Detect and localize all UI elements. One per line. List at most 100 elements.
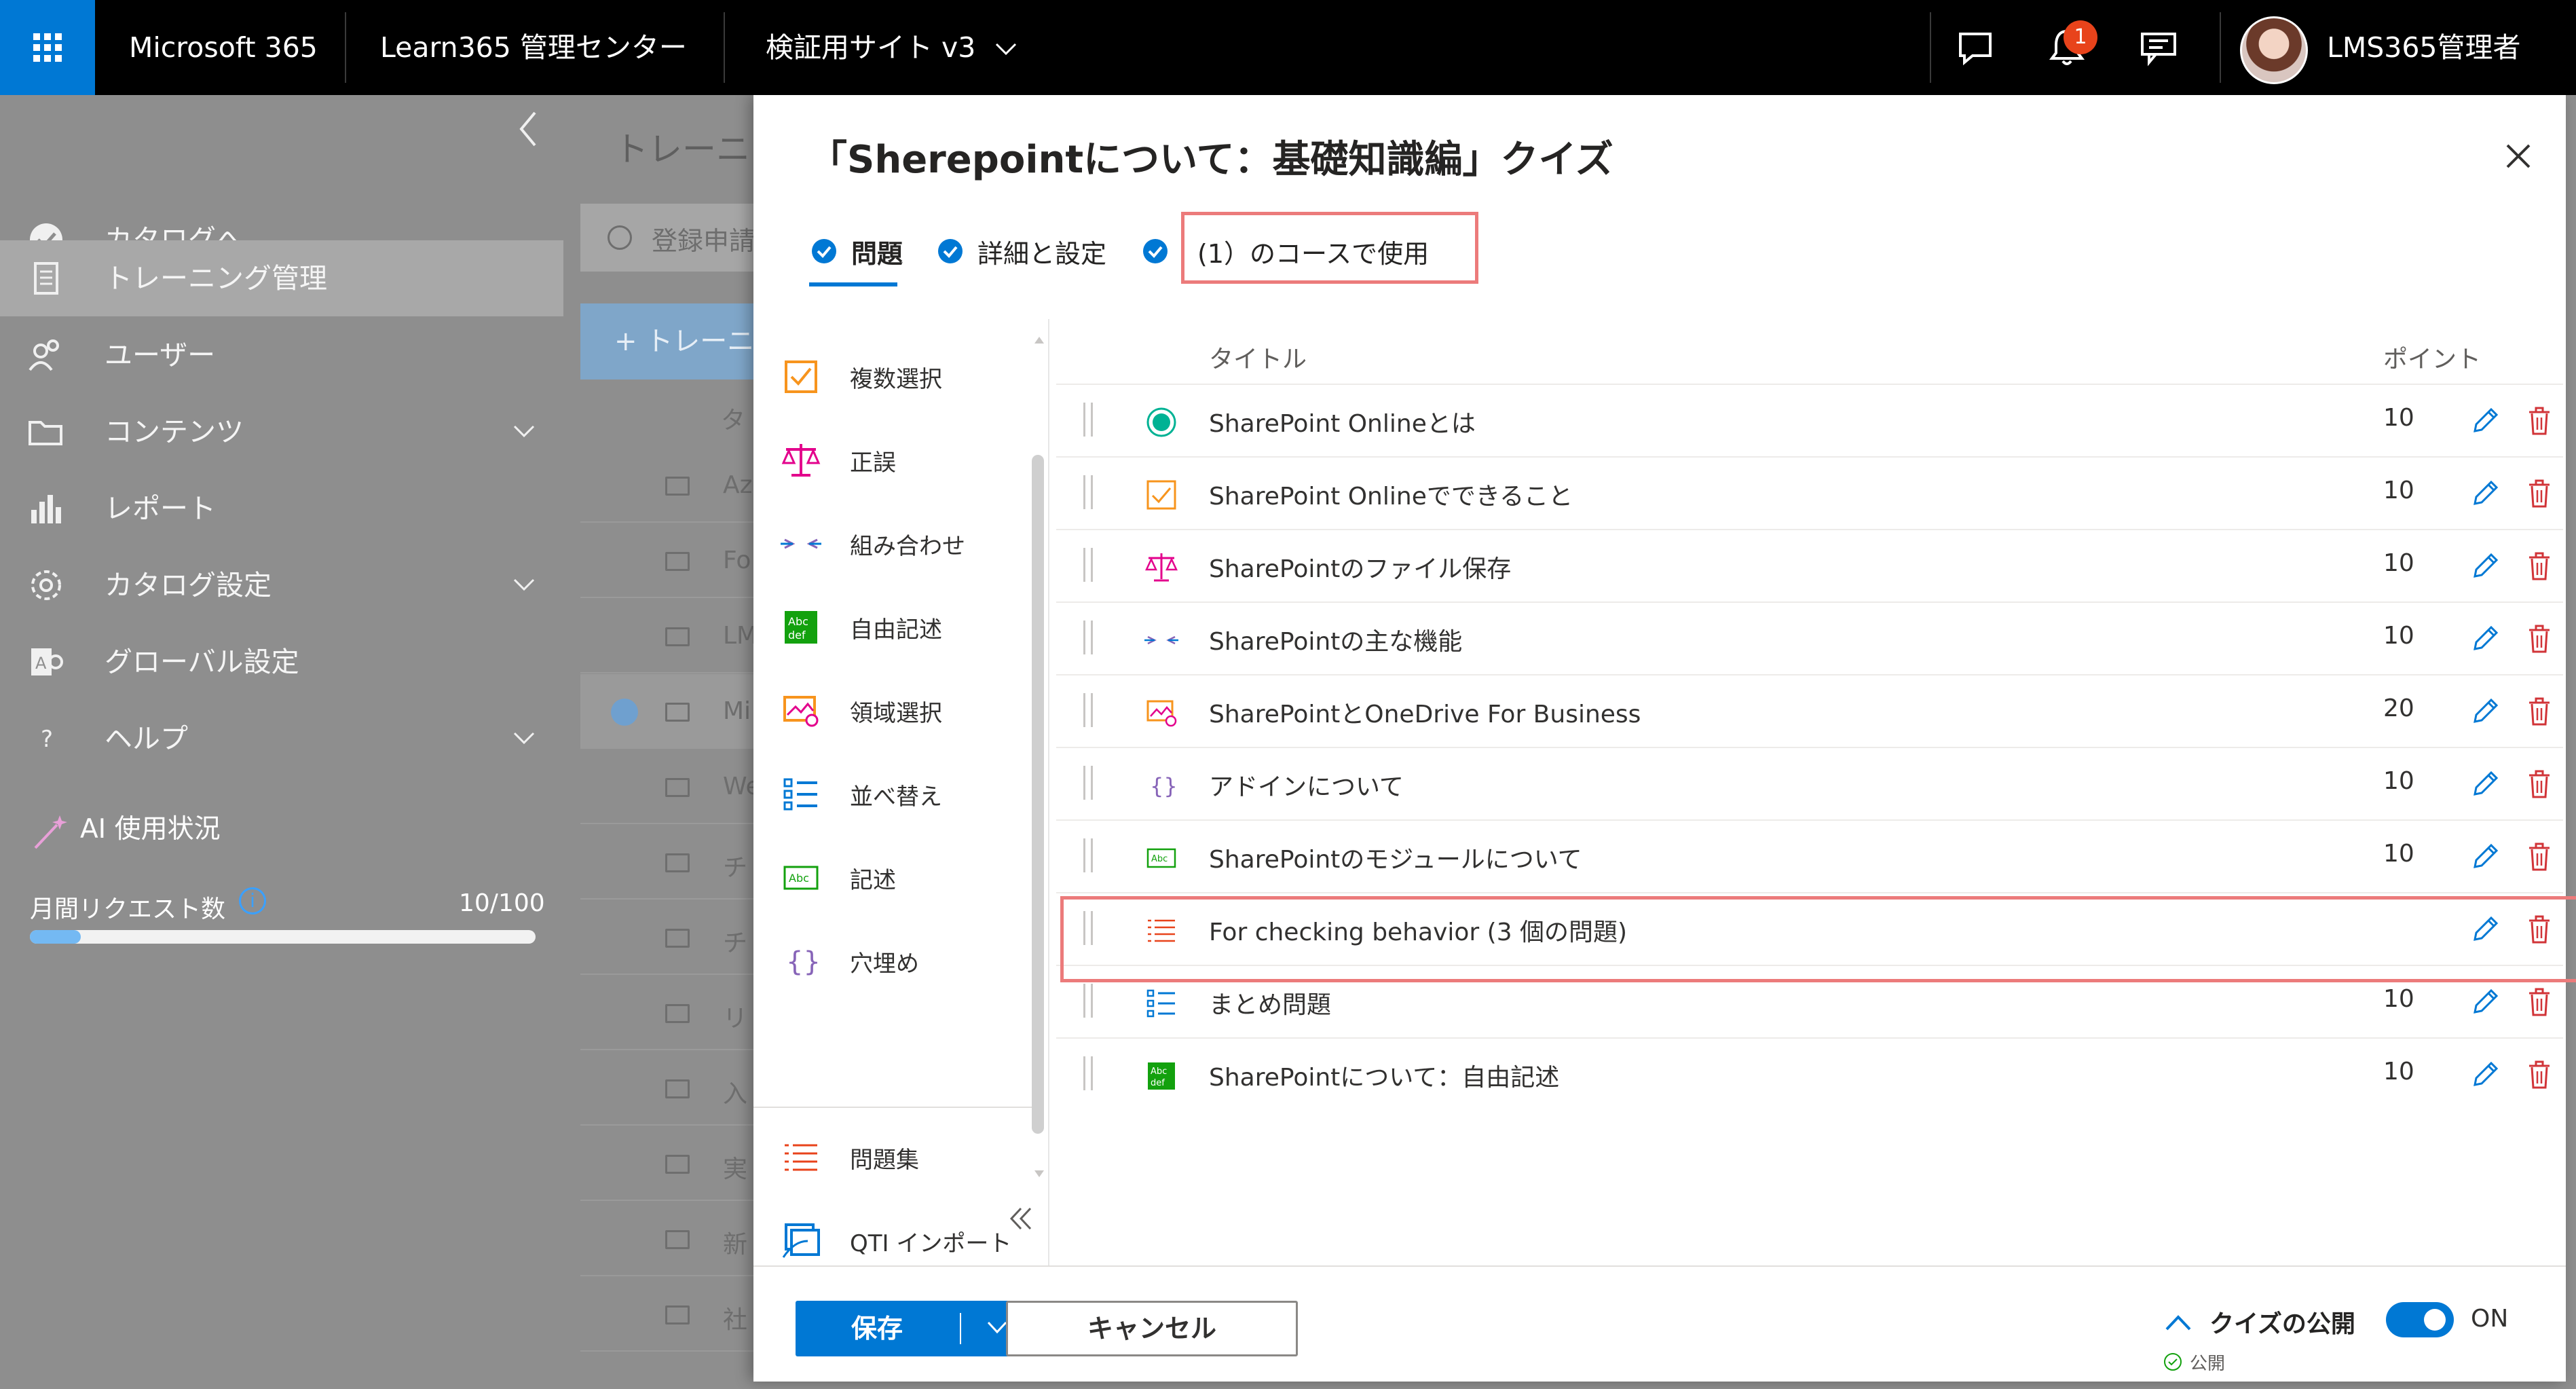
app-launcher-button[interactable] <box>0 0 95 95</box>
nav-item-training-management[interactable]: トレーニング管理 <box>0 240 563 316</box>
feedback-icon[interactable] <box>2131 20 2186 75</box>
background-row-text: Mi <box>723 697 751 725</box>
question-type-ordering[interactable]: 並べ替え <box>781 764 1039 825</box>
question-row[interactable]: SharePoint Onlineでできること 10 <box>1056 456 2563 529</box>
delete-trash-icon[interactable] <box>2522 694 2556 728</box>
background-row-text: Fo <box>723 547 751 574</box>
question-type-essay[interactable]: Abc 記述 <box>781 847 1039 908</box>
drag-handle-icon[interactable] <box>1083 984 1093 1018</box>
check-circle-icon <box>812 239 836 263</box>
edit-pencil-icon[interactable] <box>2468 694 2502 728</box>
tab-questions[interactable]: 問題 <box>809 224 903 278</box>
chevron-up-icon[interactable] <box>2163 1309 2194 1336</box>
question-row[interactable]: SharePointとOneDrive For Business 20 <box>1056 674 2563 747</box>
nav-item-content[interactable]: コンテンツ <box>0 394 563 470</box>
admin-center-name[interactable]: Learn365 管理センター <box>380 0 687 95</box>
question-type-matching[interactable]: 組み合わせ <box>781 513 1039 574</box>
question-type-true-false[interactable]: 正誤 <box>781 430 1039 491</box>
publish-toggle[interactable] <box>2386 1302 2454 1337</box>
question-type-list: 複数選択 正誤 組み合わせ Abc def 自由記述 領域選択 並べ替え Abc … <box>753 319 1049 1265</box>
drag-handle-icon[interactable] <box>1083 403 1093 437</box>
background-row-text: LM <box>723 622 758 650</box>
info-icon <box>608 225 632 250</box>
question-row[interactable]: Abc SharePointのモジュールについて 10 <box>1056 819 2563 892</box>
question-row[interactable]: {} アドインについて 10 <box>1056 747 2563 819</box>
delete-trash-icon[interactable] <box>2522 840 2556 874</box>
avatar[interactable] <box>2240 16 2308 84</box>
nav-item-users[interactable]: ユーザー <box>0 317 563 393</box>
question-points: 10 <box>2383 985 2414 1013</box>
question-row[interactable]: Abc def SharePointについて：自由記述 10 <box>1056 1037 2563 1110</box>
delete-trash-icon[interactable] <box>2522 404 2556 438</box>
delete-trash-icon[interactable] <box>2522 985 2556 1019</box>
question-type-question-pool[interactable]: 問題集 <box>781 1127 1039 1188</box>
close-icon[interactable] <box>2498 136 2539 177</box>
edit-pencil-icon[interactable] <box>2468 767 2502 801</box>
user-name[interactable]: LMS365管理者 <box>2327 0 2521 95</box>
nav-item-global-settings[interactable]: A グローバル設定 <box>0 624 563 700</box>
tab-label: 問題 <box>851 238 903 269</box>
edit-pencil-icon[interactable] <box>2468 840 2502 874</box>
publish-quiz-label[interactable]: クイズの公開 <box>2209 1304 2355 1339</box>
question-type-qti-import[interactable]: QTI インポート <box>781 1210 1039 1272</box>
drag-handle-icon[interactable] <box>1083 548 1093 582</box>
question-type-hotspot[interactable]: 領域選択 <box>781 680 1039 741</box>
question-type-multiple-choice[interactable]: 複数選択 <box>781 346 1039 407</box>
collapse-double-chevron-icon[interactable] <box>1005 1202 1039 1236</box>
panel-footer: 保存 キャンセル クイズの公開 公開 ON <box>753 1265 2566 1382</box>
document-icon <box>34 262 58 295</box>
info-icon[interactable]: i <box>239 887 266 914</box>
cancel-button[interactable]: キャンセル <box>1006 1301 1298 1356</box>
question-points: 10 <box>2383 767 2414 795</box>
question-type-label: 並べ替え <box>850 783 942 811</box>
nav-item-label: ユーザー <box>105 339 216 371</box>
notification-badge: 1 <box>2064 20 2097 54</box>
edit-pencil-icon[interactable] <box>2468 477 2502 511</box>
drag-handle-icon[interactable] <box>1083 1056 1093 1090</box>
site-selector[interactable]: 検証用サイト v3 <box>766 0 1018 95</box>
delete-trash-icon[interactable] <box>2522 477 2556 511</box>
drag-handle-icon[interactable] <box>1083 621 1093 654</box>
nav-item-catalog-settings[interactable]: カタログ設定 <box>0 547 563 623</box>
question-row[interactable]: SharePointの主な機能 10 <box>1056 601 2563 674</box>
chat-icon[interactable] <box>1948 20 2002 75</box>
chevron-down-icon[interactable] <box>510 725 538 752</box>
question-title: アドインについて <box>1209 773 1404 801</box>
users-icon <box>29 339 59 371</box>
app-name[interactable]: Microsoft 365 <box>129 0 318 95</box>
question-type-label: 組み合わせ <box>850 532 965 560</box>
edit-pencil-icon[interactable] <box>2468 622 2502 656</box>
nav-item-label: カタログ設定 <box>105 569 272 601</box>
active-tab-indicator <box>809 282 897 286</box>
single-choice-icon <box>1146 407 1176 437</box>
edit-pencil-icon[interactable] <box>2468 404 2502 438</box>
check-circle-icon <box>1143 239 1168 263</box>
svg-text:{}: {} <box>786 946 821 978</box>
delete-trash-icon[interactable] <box>2522 767 2556 801</box>
chevron-down-icon[interactable] <box>510 418 538 445</box>
edit-pencil-icon[interactable] <box>2468 1058 2502 1092</box>
drag-handle-icon[interactable] <box>1083 766 1093 800</box>
save-button[interactable]: 保存 <box>796 1301 1037 1356</box>
column-header-title[interactable]: タイトル <box>1209 339 1307 375</box>
publish-status: 公開 <box>2190 1354 2226 1374</box>
tab-details-settings[interactable]: 詳細と設定 <box>935 224 1106 278</box>
column-header-points[interactable]: ポイント <box>2383 339 2481 375</box>
edit-pencil-icon[interactable] <box>2468 985 2502 1019</box>
drag-handle-icon[interactable] <box>1083 475 1093 509</box>
delete-trash-icon[interactable] <box>2522 622 2556 656</box>
chevron-down-icon[interactable] <box>510 572 538 599</box>
nav-item-help[interactable]: ? ヘルプ <box>0 701 563 777</box>
drag-handle-icon[interactable] <box>1083 693 1093 727</box>
nav-item-reports[interactable]: レポート <box>0 470 563 547</box>
edit-pencil-icon[interactable] <box>2468 549 2502 583</box>
collapse-nav-chevron-icon[interactable] <box>515 109 542 149</box>
question-row[interactable]: SharePointのファイル保存 10 <box>1056 529 2563 601</box>
drag-handle-icon[interactable] <box>1083 838 1093 872</box>
ai-usage-label[interactable]: AI 使用状況 <box>80 808 221 846</box>
question-row[interactable]: SharePoint Onlineとは 10 <box>1056 384 2563 456</box>
delete-trash-icon[interactable] <box>2522 549 2556 583</box>
question-type-free-text[interactable]: Abc def 自由記述 <box>781 597 1039 658</box>
delete-trash-icon[interactable] <box>2522 1058 2556 1092</box>
question-type-fill-blank[interactable]: {} 穴埋め <box>781 931 1039 992</box>
